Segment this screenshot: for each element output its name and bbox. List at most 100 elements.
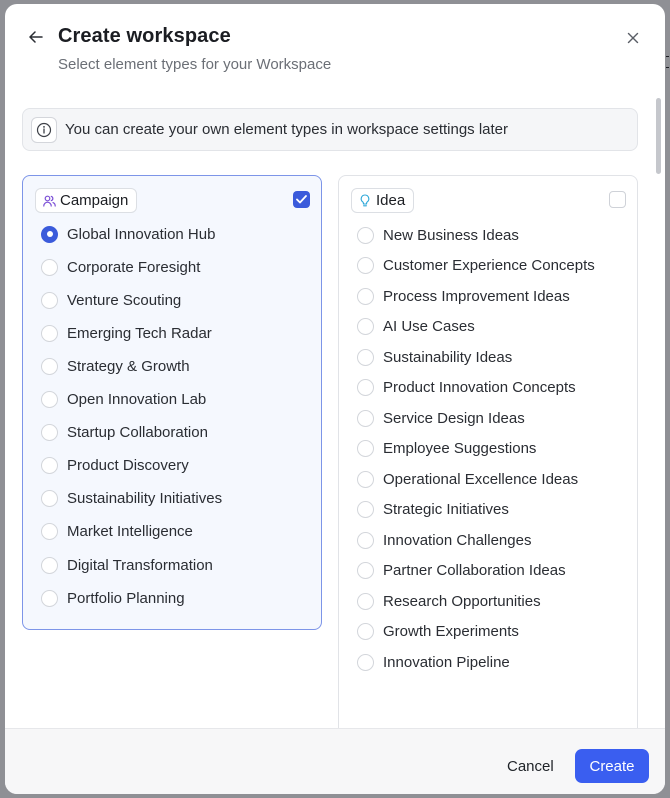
radio-button[interactable] — [41, 391, 58, 408]
back-button[interactable] — [25, 26, 47, 48]
info-text: You can create your own element types in… — [65, 121, 509, 138]
campaign-card[interactable]: Campaign Global Innovation Hub Corporate … — [22, 175, 322, 630]
option-item[interactable]: Digital Transformation — [41, 553, 213, 577]
create-button[interactable]: Create — [575, 749, 649, 783]
radio-button[interactable] — [41, 589, 58, 607]
option-item[interactable]: Employee Suggestions — [357, 437, 536, 461]
radio-button[interactable] — [41, 490, 58, 508]
dialog-footer: Cancel Create — [5, 728, 665, 794]
option-label: Startup Collaboration — [67, 424, 208, 442]
idea-chip: Idea — [351, 188, 415, 213]
option-label: Corporate Foresight — [67, 258, 201, 276]
option-label: Strategic Initiatives — [383, 501, 509, 518]
option-label: Service Design Ideas — [383, 409, 525, 427]
option-item[interactable]: Operational Excellence Ideas — [357, 467, 578, 491]
option-item[interactable]: Venture Scouting — [41, 288, 181, 312]
dialog-title: Create workspace — [58, 25, 231, 47]
radio-dot — [46, 231, 53, 237]
option-label: Portfolio Planning — [67, 589, 185, 607]
radio-button[interactable] — [357, 562, 374, 579]
radio-button[interactable] — [357, 287, 374, 305]
option-item[interactable]: Strategic Initiatives — [357, 498, 509, 522]
close-icon — [627, 32, 639, 44]
idea-card[interactable]: Idea New Business Ideas Customer Experien… — [338, 175, 638, 728]
option-item[interactable]: Product Innovation Concepts — [357, 376, 576, 400]
option-label: Growth Experiments — [383, 623, 519, 640]
option-label: Innovation Challenges — [383, 531, 532, 549]
option-item[interactable]: Corporate Foresight — [41, 255, 200, 279]
checkmark-icon — [296, 195, 307, 204]
info-icon — [31, 117, 57, 143]
option-label: Product Discovery — [67, 457, 189, 475]
option-label: Global Innovation Hub — [67, 225, 216, 243]
option-label: Market Intelligence — [67, 523, 193, 541]
option-label: Emerging Tech Radar — [67, 324, 212, 342]
background-edge-mark — [665, 56, 670, 70]
option-item[interactable]: Growth Experiments — [357, 620, 519, 644]
option-item[interactable]: Startup Collaboration — [41, 421, 208, 445]
info-banner: You can create your own element types in… — [22, 108, 638, 151]
option-item[interactable]: Innovation Challenges — [357, 528, 531, 552]
option-item[interactable]: Global Innovation Hub — [41, 222, 215, 246]
radio-button[interactable] — [357, 409, 374, 427]
option-item[interactable]: New Business Ideas — [357, 223, 519, 247]
radio-button[interactable] — [357, 501, 374, 518]
option-label: Innovation Pipeline — [383, 653, 510, 671]
option-label: Customer Experience Concepts — [383, 257, 595, 274]
arrow-left-icon — [29, 31, 43, 43]
cancel-button[interactable]: Cancel — [497, 749, 564, 783]
radio-button[interactable] — [357, 348, 374, 366]
option-item[interactable]: Research Opportunities — [357, 589, 541, 613]
radio-button[interactable] — [357, 623, 374, 640]
option-label: Research Opportunities — [383, 592, 541, 610]
option-label: Employee Suggestions — [383, 440, 537, 457]
radio-button[interactable] — [357, 440, 374, 457]
idea-checkbox[interactable] — [609, 191, 626, 208]
radio-button[interactable] — [357, 226, 374, 244]
radio-button[interactable] — [41, 424, 58, 442]
option-item[interactable]: Partner Collaboration Ideas — [357, 559, 566, 583]
option-label: Process Improvement Ideas — [383, 287, 570, 305]
radio-button[interactable] — [41, 291, 58, 309]
option-label: Product Innovation Concepts — [383, 379, 576, 396]
radio-button[interactable] — [41, 457, 58, 475]
radio-button[interactable] — [357, 531, 374, 549]
option-item[interactable]: Process Improvement Ideas — [357, 284, 570, 308]
radio-button[interactable] — [41, 357, 58, 375]
option-item[interactable]: AI Use Cases — [357, 315, 475, 339]
campaign-checkbox[interactable] — [293, 191, 310, 208]
scroll-thumb[interactable] — [656, 98, 661, 174]
option-label: Operational Excellence Ideas — [383, 470, 579, 488]
radio-button[interactable] — [357, 653, 374, 671]
radio-button[interactable] — [357, 592, 374, 610]
radio-button[interactable] — [357, 257, 374, 274]
option-item[interactable]: Sustainability Ideas — [357, 345, 512, 369]
scrollbar[interactable] — [655, 96, 663, 728]
option-label: New Business Ideas — [383, 226, 519, 244]
option-item[interactable]: Customer Experience Concepts — [357, 254, 595, 278]
option-label: AI Use Cases — [383, 318, 475, 335]
radio-button[interactable] — [41, 556, 58, 574]
option-item[interactable]: Emerging Tech Radar — [41, 321, 212, 345]
radio-button[interactable] — [41, 523, 58, 541]
radio-button[interactable] — [41, 225, 58, 243]
option-label: Digital Transformation — [67, 556, 213, 574]
option-item[interactable]: Portfolio Planning — [41, 586, 185, 610]
option-item[interactable]: Market Intelligence — [41, 520, 193, 544]
option-item[interactable]: Innovation Pipeline — [357, 650, 510, 674]
radio-button[interactable] — [41, 324, 58, 342]
campaign-label: Campaign — [60, 192, 129, 209]
option-item[interactable]: Sustainability Initiatives — [41, 487, 222, 511]
dialog-subtitle: Select element types for your Workspace — [58, 56, 332, 73]
option-item[interactable]: Strategy & Growth — [41, 354, 190, 378]
option-item[interactable]: Service Design Ideas — [357, 406, 525, 430]
radio-button[interactable] — [357, 379, 374, 396]
option-item[interactable]: Product Discovery — [41, 454, 189, 478]
option-label: Open Innovation Lab — [67, 391, 207, 408]
radio-button[interactable] — [357, 470, 374, 488]
close-button[interactable] — [623, 28, 643, 48]
radio-button[interactable] — [41, 258, 58, 276]
radio-button[interactable] — [357, 318, 374, 335]
dialog-body[interactable]: You can create your own element types in… — [5, 96, 665, 728]
option-item[interactable]: Open Innovation Lab — [41, 388, 206, 412]
